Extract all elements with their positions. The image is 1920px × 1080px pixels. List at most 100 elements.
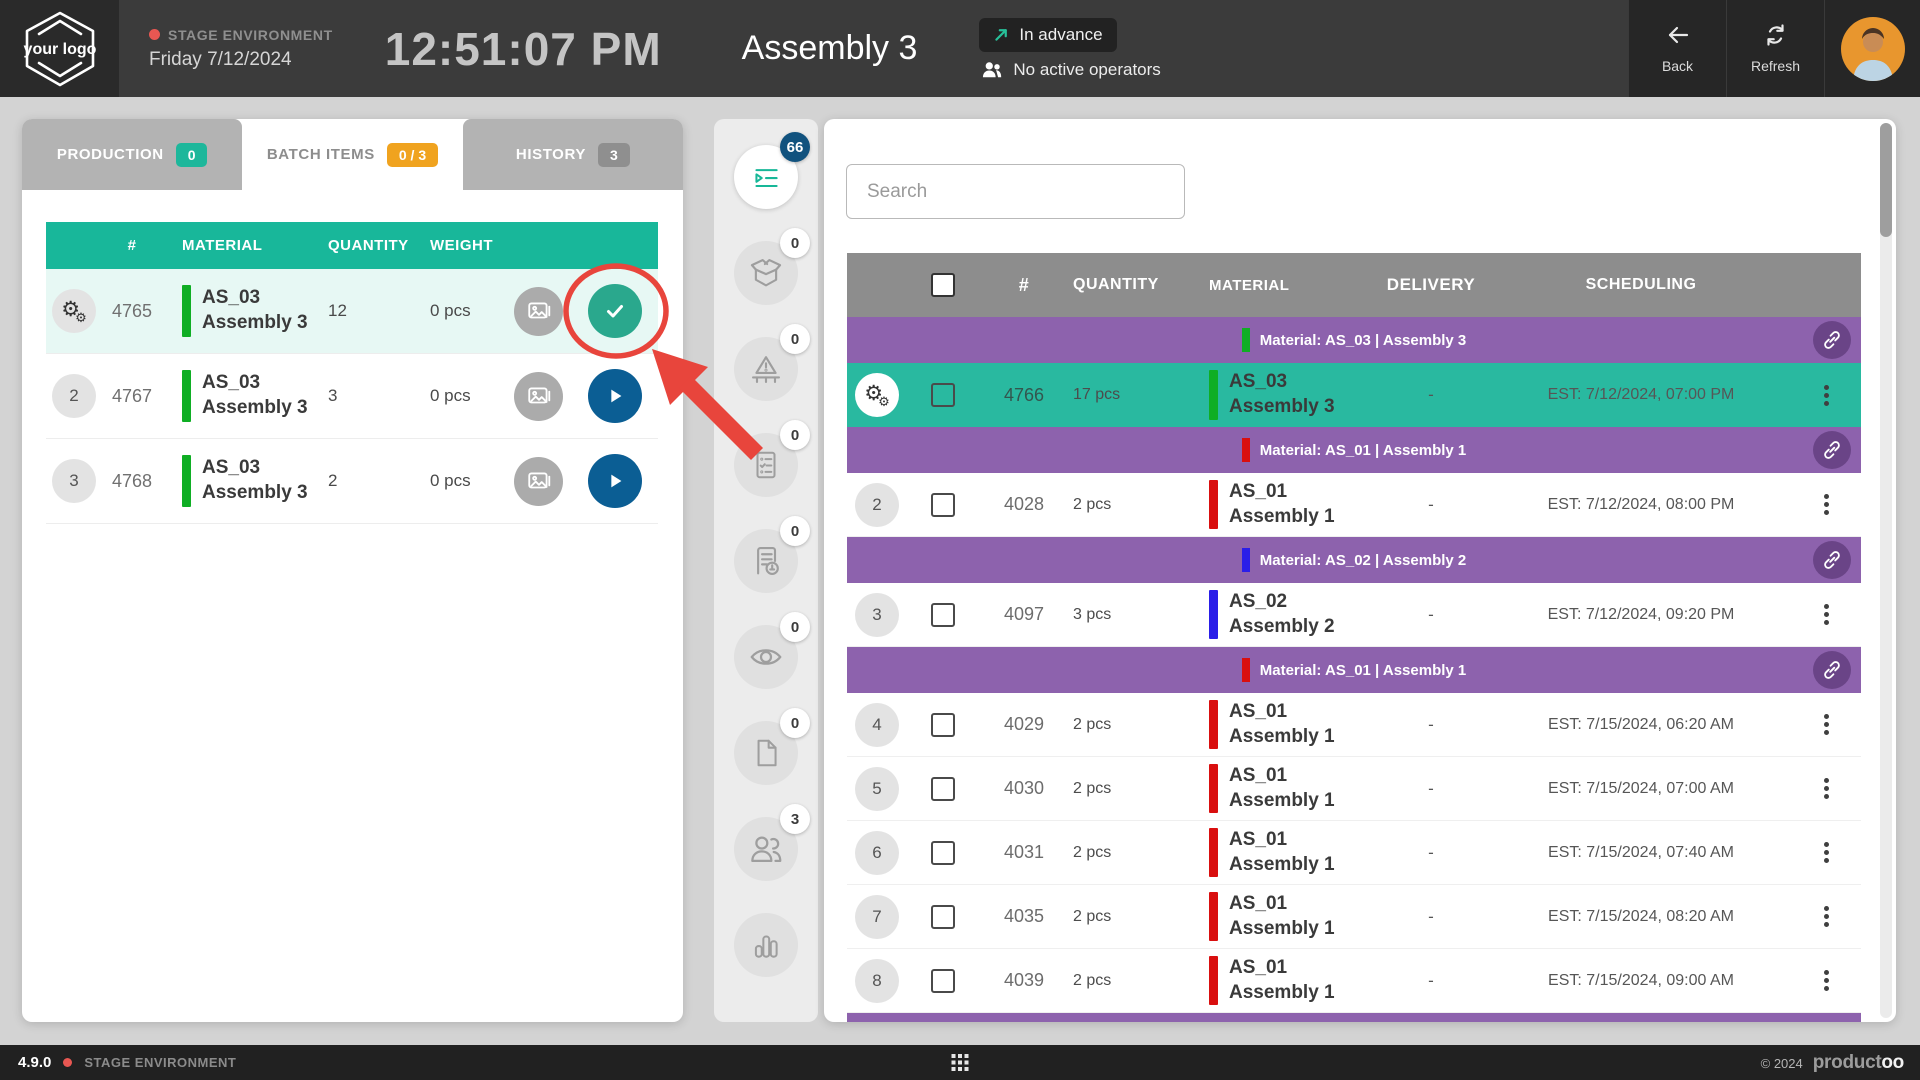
weight-value: 0 pcs: [406, 386, 506, 406]
material-label: AS_01Assembly 1: [1229, 480, 1335, 529]
order-row-4035[interactable]: 740352 pcsAS_01Assembly 1-EST: 7/15/2024…: [847, 885, 1861, 949]
back-button[interactable]: Back: [1628, 0, 1726, 97]
delivery-value: -: [1371, 843, 1491, 863]
material-label: AS_01Assembly 1: [1229, 828, 1335, 877]
material-label: AS_01Assembly 1: [1229, 892, 1335, 941]
rail-item-people[interactable]: 3: [734, 817, 798, 881]
orders-panel: #QUANTITYMATERIALDELIVERYSCHEDULING Mate…: [824, 119, 1896, 1022]
material-label: AS_01Assembly 1: [1229, 956, 1335, 1005]
link-button[interactable]: [1813, 541, 1851, 579]
row-menu-button[interactable]: [1818, 833, 1835, 872]
row-checkbox[interactable]: [931, 841, 955, 865]
rail-item-box[interactable]: 0: [734, 241, 798, 305]
rail-item-file[interactable]: 0: [734, 721, 798, 785]
rail-count-badge: 0: [780, 324, 810, 354]
refresh-button[interactable]: Refresh: [1726, 0, 1824, 97]
active-operators-label: No active operators: [1013, 60, 1160, 80]
material-label: AS_01Assembly 1: [1229, 700, 1335, 749]
order-row-4031[interactable]: 640312 pcsAS_01Assembly 1-EST: 7/15/2024…: [847, 821, 1861, 885]
copyright: © 2024: [1761, 1056, 1803, 1071]
row-menu-button[interactable]: [1818, 897, 1835, 936]
rail-item-queue[interactable]: 66: [734, 145, 798, 209]
order-number: 4035: [979, 906, 1069, 927]
row-menu-button[interactable]: [1818, 595, 1835, 634]
start-button[interactable]: [588, 454, 642, 508]
material-color-bar: [182, 455, 191, 507]
row-menu-button[interactable]: [1818, 376, 1835, 415]
avatar-image: [1841, 17, 1905, 81]
select-all-checkbox[interactable]: [931, 273, 955, 297]
row-checkbox[interactable]: [931, 603, 955, 627]
search-input[interactable]: [846, 164, 1185, 219]
order-row-4766[interactable]: ⚙⚙476617 pcsAS_03Assembly 3-EST: 7/12/20…: [847, 363, 1861, 427]
row-checkbox[interactable]: [931, 493, 955, 517]
order-row-4039[interactable]: 840392 pcsAS_01Assembly 1-EST: 7/15/2024…: [847, 949, 1861, 1013]
material-color-bar: [1209, 828, 1218, 877]
row-menu-button[interactable]: [1818, 769, 1835, 808]
batch-row-4768[interactable]: 34768AS_03Assembly 320 pcs: [46, 439, 658, 524]
logo[interactable]: your logo: [0, 0, 119, 97]
logo-icon: your logo: [10, 8, 110, 90]
tab-label: HISTORY: [516, 146, 586, 163]
quantity-value: 2 pcs: [1069, 496, 1209, 514]
image-button[interactable]: [514, 287, 563, 336]
row-menu-button[interactable]: [1818, 961, 1835, 1000]
row-order-badge: 4: [855, 703, 899, 747]
tab-production[interactable]: PRODUCTION0: [22, 119, 242, 190]
status-badge: In advance: [979, 18, 1116, 52]
tab-count-badge: 0 / 3: [387, 143, 438, 167]
trend-up-icon: [993, 26, 1010, 43]
scheduling-value: EST: 7/15/2024, 08:20 AM: [1491, 908, 1791, 926]
row-checkbox[interactable]: [931, 905, 955, 929]
scrollbar-track[interactable]: [1880, 123, 1892, 1018]
link-button[interactable]: [1813, 651, 1851, 689]
rail-item-document-sign[interactable]: 0: [734, 529, 798, 593]
column-header: SCHEDULING: [1491, 276, 1791, 294]
footer-environment-dot: [63, 1058, 72, 1067]
material-group-row: Material: AS_01 | Assembly 1: [847, 647, 1861, 693]
tab-history[interactable]: HISTORY3: [463, 119, 683, 190]
order-row-4030[interactable]: 540302 pcsAS_01Assembly 1-EST: 7/15/2024…: [847, 757, 1861, 821]
sidebar-icon-rail: 660000003: [714, 119, 818, 1022]
batch-number: 4767: [102, 386, 162, 407]
material-color-bar: [182, 370, 191, 422]
row-checkbox[interactable]: [931, 383, 955, 407]
material-label: AS_01Assembly 1: [1229, 764, 1335, 813]
material-label: AS_03Assembly 3: [202, 370, 308, 422]
rail-item-eye[interactable]: 0: [734, 625, 798, 689]
complete-button[interactable]: [588, 284, 642, 338]
order-row-4029[interactable]: 440292 pcsAS_01Assembly 1-EST: 7/15/2024…: [847, 693, 1861, 757]
scheduling-value: EST: 7/15/2024, 07:40 AM: [1491, 844, 1791, 862]
start-button[interactable]: [588, 369, 642, 423]
row-checkbox[interactable]: [931, 713, 955, 737]
rail-item-chart[interactable]: [734, 913, 798, 977]
row-menu-button[interactable]: [1818, 705, 1835, 744]
link-button[interactable]: [1813, 431, 1851, 469]
row-order-badge: 6: [855, 831, 899, 875]
scrollbar-thumb[interactable]: [1880, 123, 1892, 237]
row-order-badge: 7: [855, 895, 899, 939]
page-title: Assembly 3: [742, 29, 918, 68]
header-actions: Back Refresh: [1628, 0, 1920, 97]
material-color-bar: [1209, 764, 1218, 813]
order-row-4097[interactable]: 340973 pcsAS_02Assembly 2-EST: 7/12/2024…: [847, 583, 1861, 647]
top-bar: your logo STAGE ENVIRONMENT Friday 7/12/…: [0, 0, 1920, 97]
rail-count-badge: 0: [780, 420, 810, 450]
status-block: In advance No active operators: [979, 18, 1160, 80]
apps-grid-button[interactable]: [952, 1054, 969, 1071]
row-checkbox[interactable]: [931, 777, 955, 801]
row-menu-button[interactable]: [1818, 485, 1835, 524]
rail-item-hazard[interactable]: 0: [734, 337, 798, 401]
image-button[interactable]: [514, 457, 563, 506]
batch-row-4767[interactable]: 24767AS_03Assembly 330 pcs: [46, 354, 658, 439]
batch-row-4765[interactable]: ⚙⚙4765AS_03Assembly 3120 pcs: [46, 269, 658, 354]
row-order-badge: 8: [855, 959, 899, 1003]
user-avatar[interactable]: [1824, 0, 1920, 97]
image-button[interactable]: [514, 372, 563, 421]
rail-item-checklist[interactable]: 0: [734, 433, 798, 497]
tab-batch-items[interactable]: BATCH ITEMS0 / 3: [242, 119, 462, 190]
row-checkbox[interactable]: [931, 969, 955, 993]
batch-panel: PRODUCTION0BATCH ITEMS0 / 3HISTORY3 #MAT…: [22, 119, 683, 1022]
order-row-4028[interactable]: 240282 pcsAS_01Assembly 1-EST: 7/12/2024…: [847, 473, 1861, 537]
link-button[interactable]: [1813, 321, 1851, 359]
